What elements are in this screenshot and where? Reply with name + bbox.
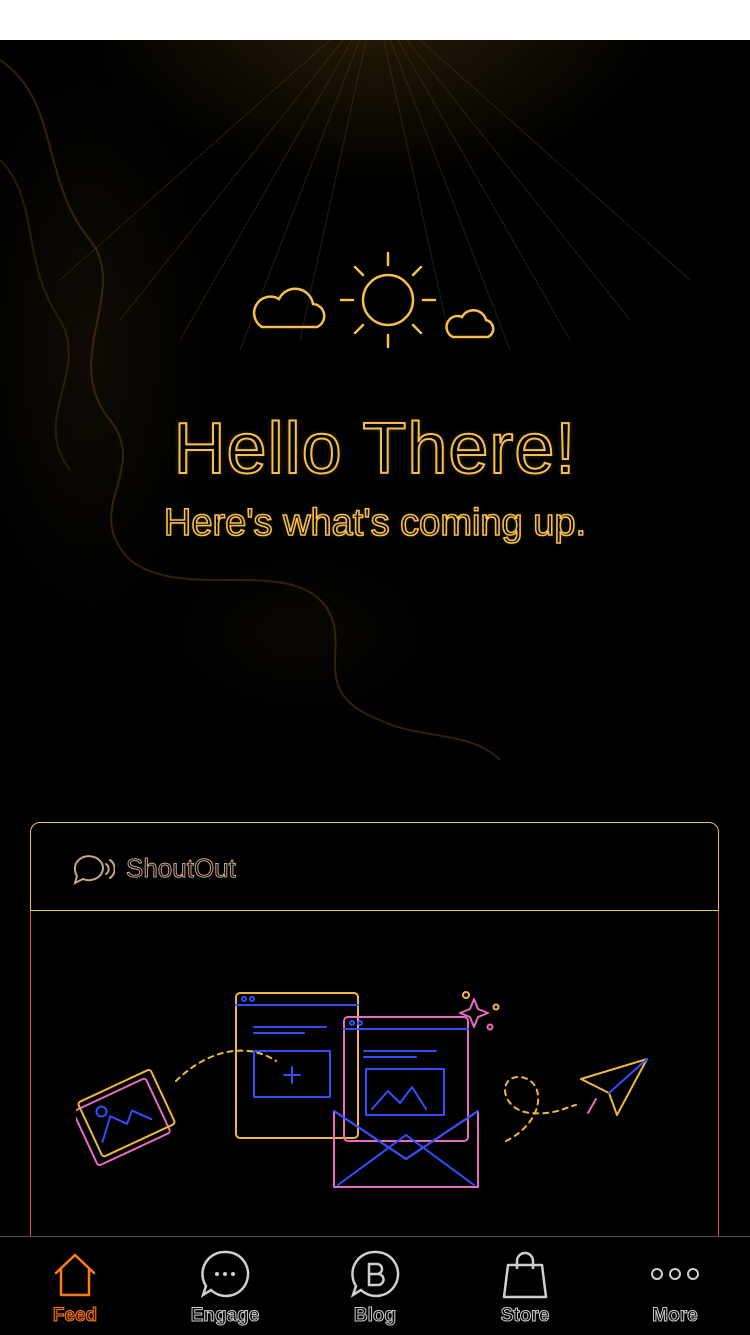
tab-label: More [652,1305,698,1327]
tab-store[interactable]: Store [450,1237,600,1335]
tab-more[interactable]: More [600,1237,750,1335]
tab-label: Blog [353,1305,397,1327]
chat-bubble-icon [200,1250,250,1298]
tab-engage[interactable]: Engage [150,1237,300,1335]
tab-feed[interactable]: Feed [0,1237,150,1335]
shoutout-card[interactable]: ShoutOut [30,822,719,911]
megaphone-chat-icon [73,855,115,885]
tab-label: Engage [190,1305,260,1327]
more-dots-icon [651,1268,699,1280]
status-bar [0,0,750,40]
send-images-by-mail-illustration [76,991,648,1188]
post-card[interactable] [30,911,719,1251]
blog-b-icon [350,1250,400,1298]
shoutout-label: ShoutOut [126,853,237,884]
hello-subtitle: Here's what's coming up. [163,501,587,545]
bottom-tab-bar: Feed Engage Blog Store More [0,1236,750,1334]
home-icon [54,1253,96,1297]
tab-label: Store [500,1305,550,1327]
sun-and-clouds-illustration [252,251,495,349]
tab-blog[interactable]: Blog [300,1237,450,1335]
hello-title: Hello There! [173,408,577,490]
hero-banner: Hello There! Here's what's coming up. [0,40,750,800]
tab-label: Feed [52,1305,98,1327]
shopping-bag-icon [502,1251,548,1299]
